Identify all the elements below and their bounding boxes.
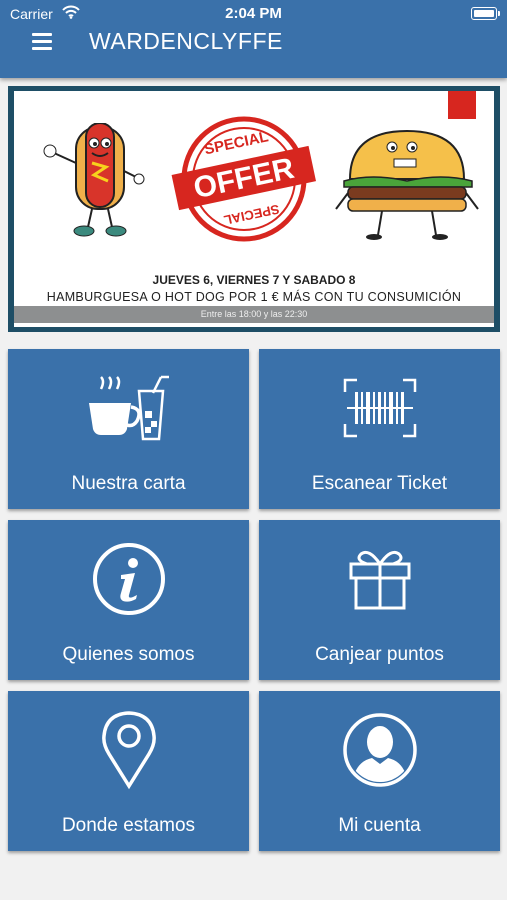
tile-escanear-ticket[interactable]: Escanear Ticket [259,349,500,509]
tile-nuestra-carta[interactable]: Nuestra carta [8,349,249,509]
info-icon [8,543,249,615]
stamp-top-text: SPECIAL [203,128,270,158]
hamburger-menu-icon[interactable] [32,33,52,50]
special-offer-stamp-icon: SPECIAL OFFER SPECIAL [171,116,317,242]
stamp-bottom-text: SPECIAL [222,202,280,228]
promo-banner[interactable]: SPECIAL OFFER SPECIAL JUEVES 6, VIERNES … [8,86,500,332]
tile-label: Mi cuenta [338,815,421,836]
menu-line [32,33,52,36]
status-bar: Carrier 2:04 PM [0,0,507,28]
barcode-scan-icon [259,373,500,443]
tile-label: Donde estamos [61,815,196,836]
tile-label: Escanear Ticket [311,473,448,494]
promo-description: HAMBURGUESA O HOT DOG POR 1 € MÁS CON TU… [46,290,462,304]
tile-label: Canjear puntos [315,644,444,665]
tile-label: Quienes somos [62,644,195,665]
coffee-drink-icon [8,373,249,443]
gift-icon [259,544,500,614]
page-title: WARDENCLYFFE [89,28,283,54]
burger-mascot-icon [335,129,479,240]
tile-canjear-puntos[interactable]: Canjear puntos [259,520,500,680]
promo-dates: JUEVES 6, VIERNES 7 Y SABADO 8 [152,273,356,287]
location-pin-icon [8,711,249,790]
promo-banner-content: SPECIAL OFFER SPECIAL JUEVES 6, VIERNES … [14,91,494,327]
app-header: Carrier 2:04 PM WARDENCLYFFE [0,0,507,78]
user-avatar-icon [259,713,500,787]
tile-label: Nuestra carta [71,473,186,494]
battery-icon [471,7,500,20]
promo-hours: Entre las 18:00 y las 22:30 [200,309,308,319]
promo-hours-bar: Entre las 18:00 y las 22:30 [14,306,494,323]
tile-quienes-somos[interactable]: Quienes somos [8,520,249,680]
menu-line [32,40,52,43]
banner-corner-square [448,91,476,119]
tile-donde-estamos[interactable]: Donde estamos [8,691,249,851]
status-time: 2:04 PM [225,5,282,22]
tile-mi-cuenta[interactable]: Mi cuenta [259,691,500,851]
hotdog-mascot-icon [43,123,145,237]
menu-line [32,47,52,50]
